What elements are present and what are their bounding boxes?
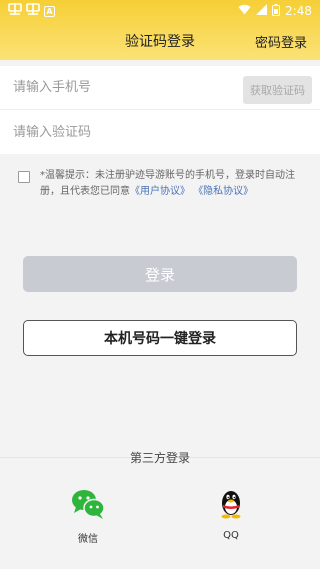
qq-label: QQ bbox=[223, 530, 239, 541]
qq-penguin-icon bbox=[213, 488, 249, 520]
wechat-login-button[interactable]: 微信 bbox=[58, 488, 118, 545]
status-left-icons: A bbox=[8, 3, 55, 19]
agreement-checkbox[interactable] bbox=[18, 171, 30, 183]
login-button[interactable]: 登录 bbox=[23, 256, 297, 292]
wechat-icon bbox=[70, 488, 106, 520]
wifi-icon bbox=[238, 4, 251, 18]
status-right: 2:48 bbox=[238, 3, 312, 19]
privacy-agreement-link[interactable]: 《隐私协议》 bbox=[193, 186, 253, 197]
battery-icon bbox=[272, 3, 281, 19]
status-time: 2:48 bbox=[285, 4, 312, 18]
a-notification-icon: A bbox=[44, 5, 55, 17]
qq-login-button[interactable]: QQ bbox=[201, 488, 261, 541]
code-row bbox=[0, 110, 320, 154]
agreement-text: *温馨提示：未注册驴迹导游账号的手机号，登录时自动注册，且代表您已同意《用户协议… bbox=[40, 168, 308, 200]
app-glyph-icon bbox=[8, 3, 22, 19]
app-glyph-icon bbox=[26, 3, 40, 19]
phone-input[interactable] bbox=[0, 66, 230, 109]
phone-row: 获取验证码 bbox=[0, 66, 320, 110]
wechat-label: 微信 bbox=[78, 534, 98, 545]
user-agreement-link[interactable]: 《用户协议》 bbox=[130, 186, 190, 197]
agreement-section: *温馨提示：未注册驴迹导游账号的手机号，登录时自动注册，且代表您已同意《用户协议… bbox=[18, 168, 308, 200]
password-login-link[interactable]: 密码登录 bbox=[255, 32, 307, 51]
third-party-panel bbox=[0, 458, 320, 569]
signal-icon bbox=[256, 4, 268, 18]
third-party-title: 第三方登录 bbox=[129, 451, 190, 465]
login-form: 获取验证码 bbox=[0, 66, 320, 154]
title-bar: 验证码登录 密码登录 bbox=[0, 22, 320, 60]
code-input[interactable] bbox=[0, 110, 300, 154]
one-key-login-button[interactable]: 本机号码一键登录 bbox=[23, 320, 297, 356]
status-bar: A 2:48 bbox=[0, 0, 320, 22]
get-code-button[interactable]: 获取验证码 bbox=[243, 76, 312, 104]
